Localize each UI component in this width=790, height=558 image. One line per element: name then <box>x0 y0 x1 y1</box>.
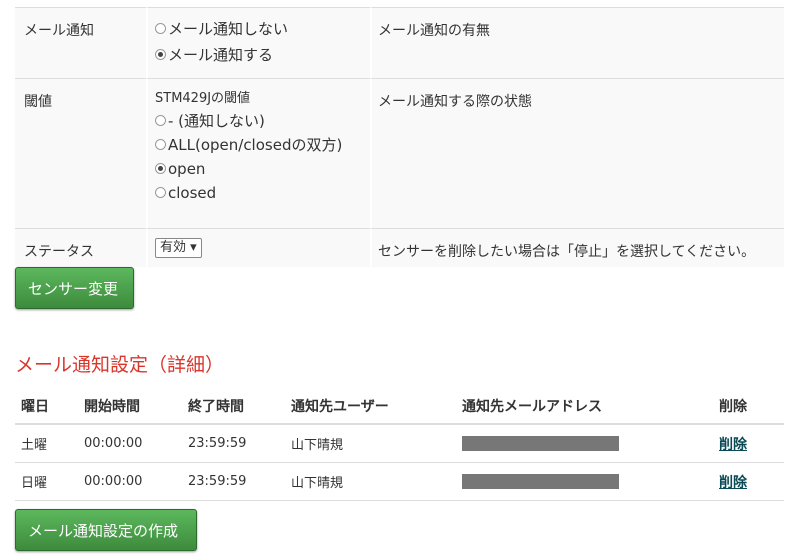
cell-start: 00:00:00 <box>78 424 182 463</box>
sensor-settings-table: メール通知 メール通知しない メール通知する メール通知の有無 閾値 STM42… <box>15 7 784 267</box>
radio-selected-icon <box>155 163 166 174</box>
threshold-label: 閾値 <box>15 78 146 228</box>
cell-email <box>456 424 713 463</box>
table-row: 土曜 00:00:00 23:59:59 山下晴規 削除 <box>15 424 784 463</box>
cell-email <box>456 462 713 501</box>
status-description: センサーを削除したい場合は「停止」を選択してください。 <box>370 228 784 267</box>
status-label: ステータス <box>15 228 146 267</box>
radio-threshold-all[interactable]: ALL(open/closedの双方) <box>155 133 370 157</box>
cell-user: 山下晴規 <box>285 462 456 501</box>
redacted-email-bar <box>462 436 619 451</box>
cell-end: 23:59:59 <box>182 424 285 463</box>
header-delete: 削除 <box>713 390 784 425</box>
threshold-options: STM429Jの閾値 - (通知しない) ALL(open/closedの双方)… <box>146 78 370 228</box>
header-user: 通知先ユーザー <box>285 390 456 425</box>
threshold-description: メール通知する際の状態 <box>370 78 784 228</box>
status-select[interactable]: 有効 ▾ <box>155 238 202 258</box>
header-email: 通知先メールアドレス <box>456 390 713 425</box>
header-day: 曜日 <box>15 390 78 425</box>
radio-selected-icon <box>155 49 166 60</box>
radio-mail-on[interactable]: メール通知する <box>155 42 370 68</box>
cell-start: 00:00:00 <box>78 462 182 501</box>
cell-user: 山下晴規 <box>285 424 456 463</box>
radio-threshold-none[interactable]: - (通知しない) <box>155 109 370 133</box>
mail-notification-row: メール通知 メール通知しない メール通知する メール通知の有無 <box>15 7 784 78</box>
notification-schedule-table: 曜日 開始時間 終了時間 通知先ユーザー 通知先メールアドレス 削除 土曜 00… <box>15 390 784 501</box>
table-row: 日曜 00:00:00 23:59:59 山下晴規 削除 <box>15 462 784 501</box>
mail-notification-options: メール通知しない メール通知する <box>146 7 370 78</box>
cell-day: 日曜 <box>15 462 78 501</box>
table-header-row: 曜日 開始時間 終了時間 通知先ユーザー 通知先メールアドレス 削除 <box>15 390 784 425</box>
mail-notification-label: メール通知 <box>15 7 146 78</box>
cell-end: 23:59:59 <box>182 462 285 501</box>
header-end-time: 終了時間 <box>182 390 285 425</box>
header-start-time: 開始時間 <box>78 390 182 425</box>
delete-link[interactable]: 削除 <box>719 475 747 491</box>
threshold-row: 閾値 STM429Jの閾値 - (通知しない) ALL(open/closedの… <box>15 78 784 228</box>
delete-link[interactable]: 削除 <box>719 437 747 453</box>
radio-threshold-closed[interactable]: closed <box>155 181 370 205</box>
status-row: ステータス 有効 ▾ センサーを削除したい場合は「停止」を選択してください。 <box>15 228 784 267</box>
threshold-sublabel: STM429Jの閾値 <box>155 91 251 106</box>
mail-notification-description: メール通知の有無 <box>370 7 784 78</box>
radio-threshold-open[interactable]: open <box>155 157 370 181</box>
status-cell: 有効 ▾ <box>146 228 370 267</box>
create-notification-setting-button[interactable]: メール通知設定の作成 <box>15 509 197 551</box>
radio-icon <box>155 23 166 34</box>
cell-delete: 削除 <box>713 462 784 501</box>
redacted-email-bar <box>462 474 619 489</box>
update-sensor-button[interactable]: センサー変更 <box>15 267 134 309</box>
cell-day: 土曜 <box>15 424 78 463</box>
radio-icon <box>155 187 166 198</box>
radio-icon <box>155 115 166 126</box>
cell-delete: 削除 <box>713 424 784 463</box>
radio-mail-off[interactable]: メール通知しない <box>155 16 370 42</box>
detail-section-title: メール通知設定（詳細） <box>15 354 225 376</box>
radio-icon <box>155 139 166 150</box>
